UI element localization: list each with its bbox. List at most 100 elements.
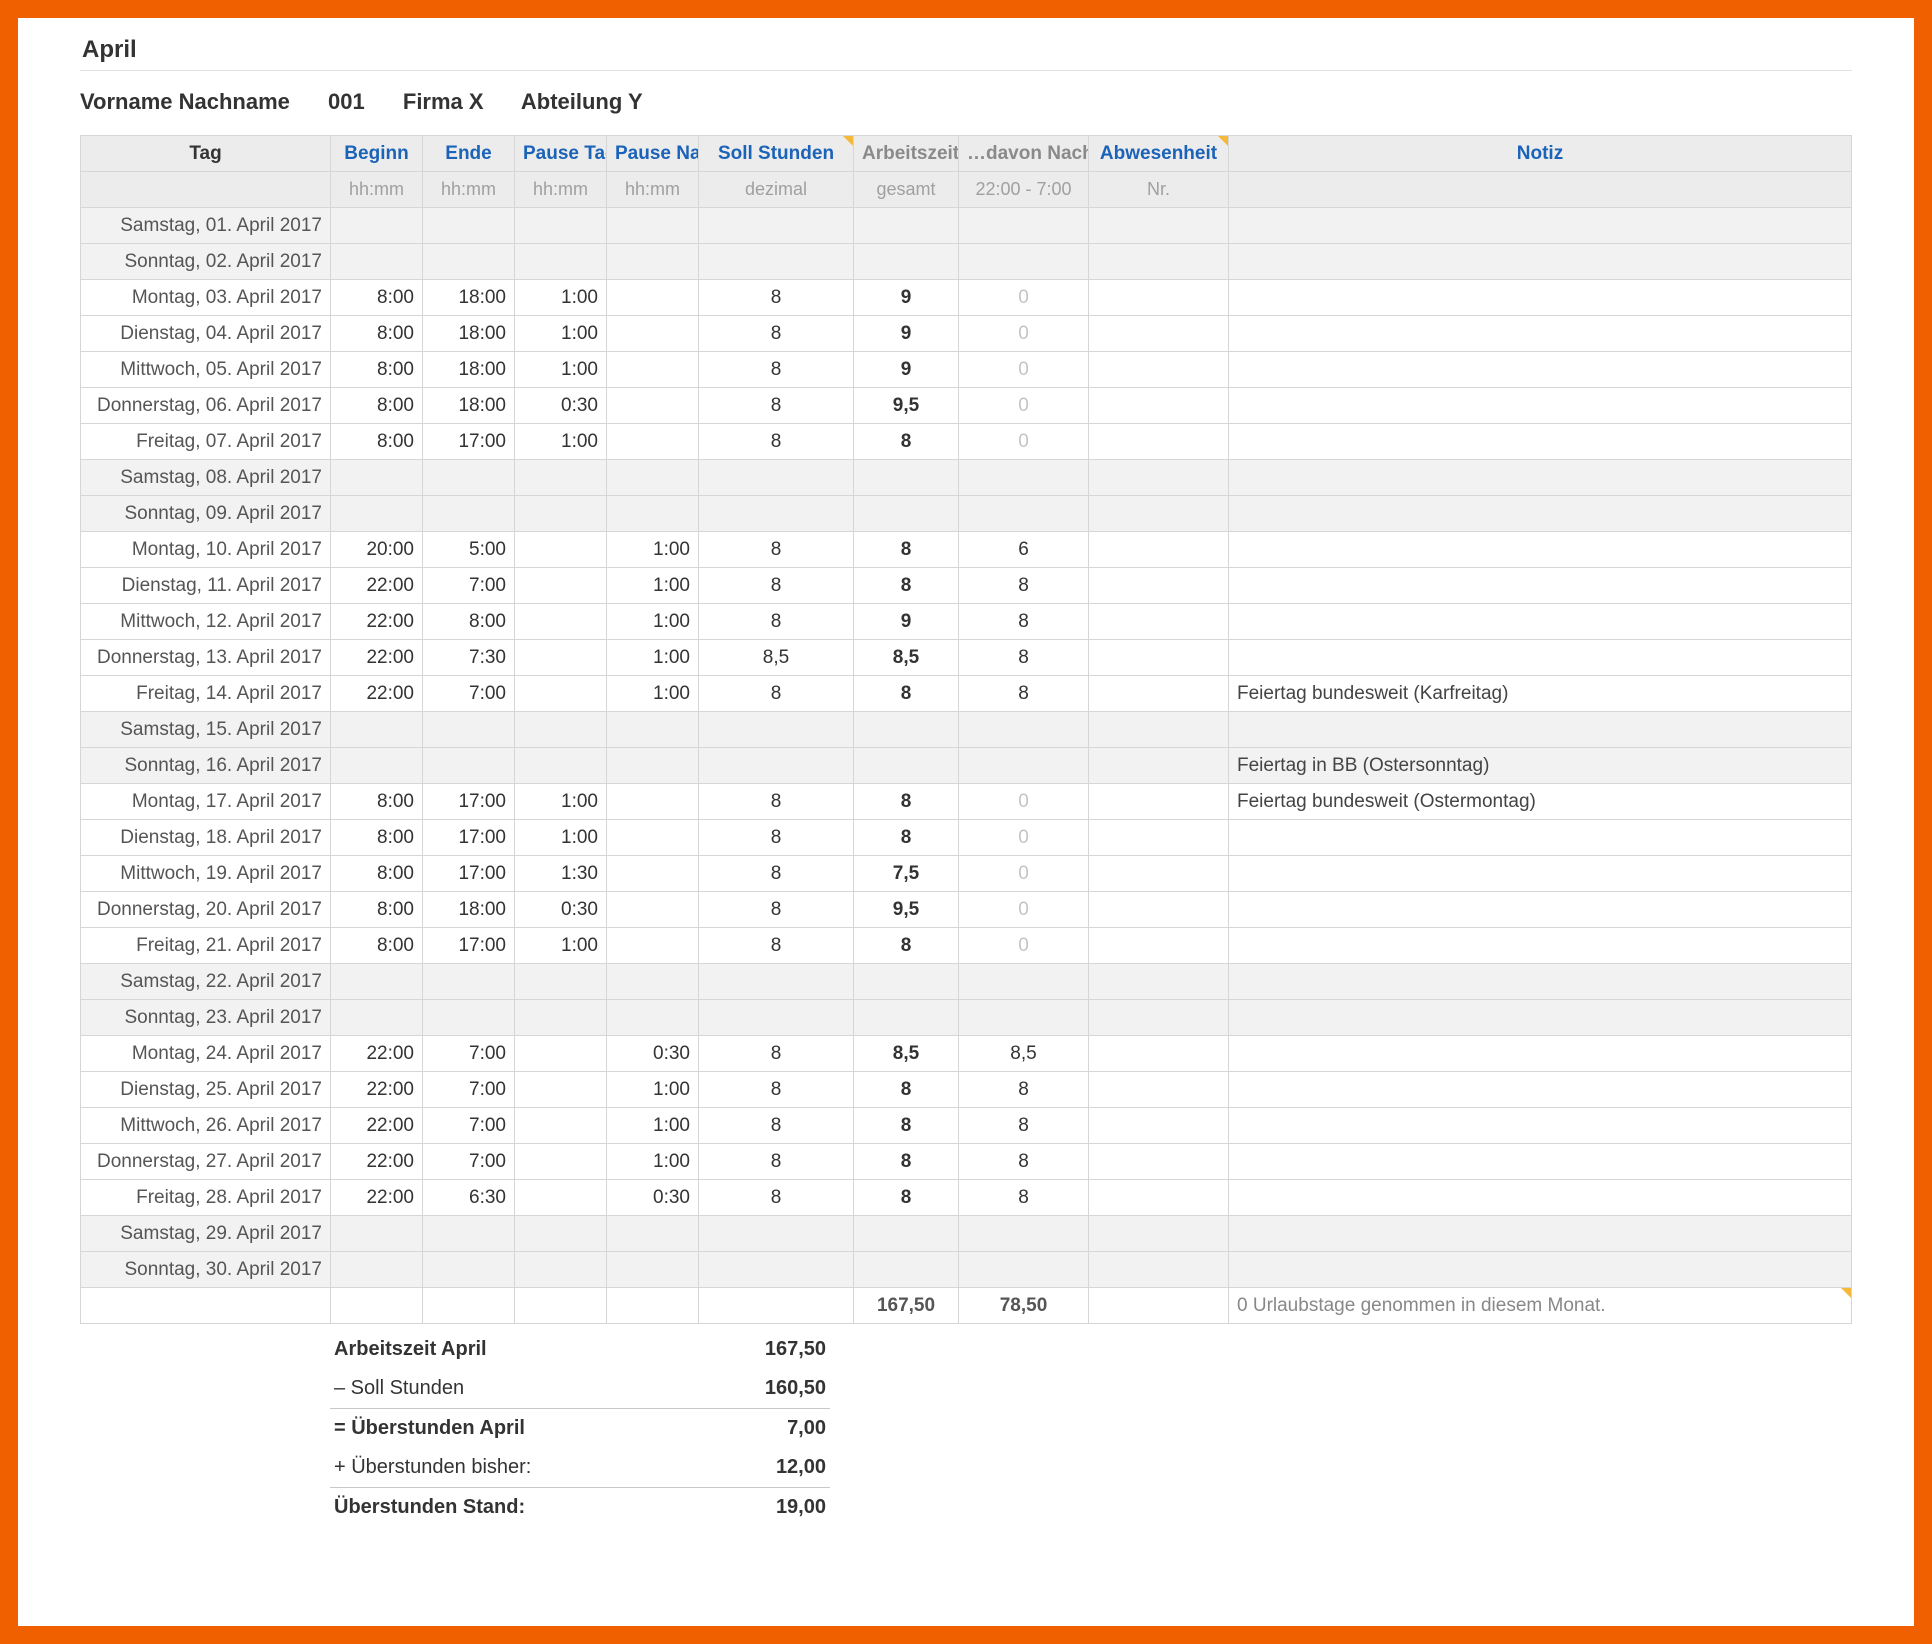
cell-note xyxy=(1229,1000,1852,1036)
cell-end: 17:00 xyxy=(423,424,515,460)
info-line: Vorname Nachname 001 Firma X Abteilung Y xyxy=(80,89,1852,115)
cell-nacht: 0 xyxy=(959,352,1089,388)
hdr-day: Tag xyxy=(81,136,331,172)
sum-l2: – Soll Stunden xyxy=(334,1377,464,1400)
cell-end: 17:00 xyxy=(423,784,515,820)
cell-end: 18:00 xyxy=(423,280,515,316)
day: Donnerstag, 06. April 2017 xyxy=(81,388,331,424)
cell-pause-day xyxy=(515,1144,607,1180)
cell-arbeit: 8 xyxy=(854,568,959,604)
cell-pause-day xyxy=(515,532,607,568)
cell-pause-night: 1:00 xyxy=(607,1072,699,1108)
hdr-abw: Abwesenheit xyxy=(1089,136,1229,172)
cell-pause-night xyxy=(607,460,699,496)
cell-pause-night: 0:30 xyxy=(607,1036,699,1072)
cell-note xyxy=(1229,856,1852,892)
table-row: Sonntag, 16. April 2017Feiertag in BB (O… xyxy=(81,748,1852,784)
cell-pause-day: 0:30 xyxy=(515,892,607,928)
cell-pause-night xyxy=(607,856,699,892)
cell-pause-night xyxy=(607,208,699,244)
day: Dienstag, 18. April 2017 xyxy=(81,820,331,856)
cell-arbeit xyxy=(854,1252,959,1288)
table-row: Samstag, 22. April 2017 xyxy=(81,964,1852,1000)
cell-end: 7:30 xyxy=(423,640,515,676)
cell-arbeit: 8 xyxy=(854,820,959,856)
table-row: Mittwoch, 05. April 20178:0018:001:00890 xyxy=(81,352,1852,388)
cell-pause-night xyxy=(607,1000,699,1036)
cell-soll: 8 xyxy=(699,1036,854,1072)
cell-arbeit xyxy=(854,1000,959,1036)
cell-end xyxy=(423,748,515,784)
cell-pause-night xyxy=(607,784,699,820)
cell-abw xyxy=(1089,460,1229,496)
info-person: Vorname Nachname xyxy=(80,89,290,114)
cell-begin: 20:00 xyxy=(331,532,423,568)
cell-arbeit: 8 xyxy=(854,1072,959,1108)
cell-soll xyxy=(699,244,854,280)
table-row: Dienstag, 04. April 20178:0018:001:00890 xyxy=(81,316,1852,352)
timesheet-body: Samstag, 01. April 2017Sonntag, 02. Apri… xyxy=(81,208,1852,1288)
cell-pause-night xyxy=(607,496,699,532)
cell-abw xyxy=(1089,352,1229,388)
cell-nacht: 0 xyxy=(959,856,1089,892)
cell-begin: 8:00 xyxy=(331,424,423,460)
cell-arbeit: 7,5 xyxy=(854,856,959,892)
cell-nacht: 0 xyxy=(959,316,1089,352)
cell-soll: 8 xyxy=(699,316,854,352)
cell-arbeit: 8 xyxy=(854,424,959,460)
table-row: Sonntag, 23. April 2017 xyxy=(81,1000,1852,1036)
cell-nacht: 8 xyxy=(959,1144,1089,1180)
cell-begin: 22:00 xyxy=(331,1036,423,1072)
sum-v5: 19,00 xyxy=(776,1496,826,1519)
hdr-arbeit: Arbeitszeit xyxy=(854,136,959,172)
cell-pause-day xyxy=(515,1252,607,1288)
cell-abw xyxy=(1089,928,1229,964)
cell-note xyxy=(1229,280,1852,316)
cell-abw xyxy=(1089,676,1229,712)
cell-pause-day xyxy=(515,1180,607,1216)
table-row: Freitag, 21. April 20178:0017:001:00880 xyxy=(81,928,1852,964)
cell-soll: 8 xyxy=(699,892,854,928)
cell-begin: 22:00 xyxy=(331,676,423,712)
cell-abw xyxy=(1089,424,1229,460)
cell-arbeit: 8 xyxy=(854,928,959,964)
cell-abw xyxy=(1089,640,1229,676)
vacation-msg: 0 Urlaubstage genommen in diesem Monat. xyxy=(1229,1288,1852,1324)
cell-note xyxy=(1229,424,1852,460)
cell-end xyxy=(423,460,515,496)
cell-abw xyxy=(1089,748,1229,784)
cell-begin xyxy=(331,712,423,748)
cell-note xyxy=(1229,1216,1852,1252)
cell-abw xyxy=(1089,568,1229,604)
cell-begin xyxy=(331,748,423,784)
cell-pause-night: 1:00 xyxy=(607,532,699,568)
cell-abw xyxy=(1089,1000,1229,1036)
cell-end: 17:00 xyxy=(423,928,515,964)
cell-note xyxy=(1229,964,1852,1000)
hdr-pause-day: Pause Tag xyxy=(515,136,607,172)
cell-end xyxy=(423,1000,515,1036)
cell-soll: 8 xyxy=(699,532,854,568)
cell-nacht: 8 xyxy=(959,604,1089,640)
cell-begin: 8:00 xyxy=(331,388,423,424)
cell-nacht: 8 xyxy=(959,1180,1089,1216)
cell-begin: 22:00 xyxy=(331,604,423,640)
cell-begin xyxy=(331,1000,423,1036)
cell-soll: 8 xyxy=(699,424,854,460)
cell-pause-night xyxy=(607,820,699,856)
table-row: Montag, 10. April 201720:005:001:00886 xyxy=(81,532,1852,568)
cell-arbeit: 9 xyxy=(854,280,959,316)
cell-end: 6:30 xyxy=(423,1180,515,1216)
cell-pause-day xyxy=(515,1072,607,1108)
day: Montag, 10. April 2017 xyxy=(81,532,331,568)
cell-begin: 22:00 xyxy=(331,1072,423,1108)
cell-abw xyxy=(1089,1108,1229,1144)
cell-note xyxy=(1229,244,1852,280)
cell-soll: 8 xyxy=(699,928,854,964)
hdr-pause-night: Pause Nacht xyxy=(607,136,699,172)
day: Freitag, 21. April 2017 xyxy=(81,928,331,964)
cell-soll: 8 xyxy=(699,676,854,712)
cell-note xyxy=(1229,1036,1852,1072)
cell-pause-night: 1:00 xyxy=(607,568,699,604)
cell-arbeit: 9,5 xyxy=(854,892,959,928)
